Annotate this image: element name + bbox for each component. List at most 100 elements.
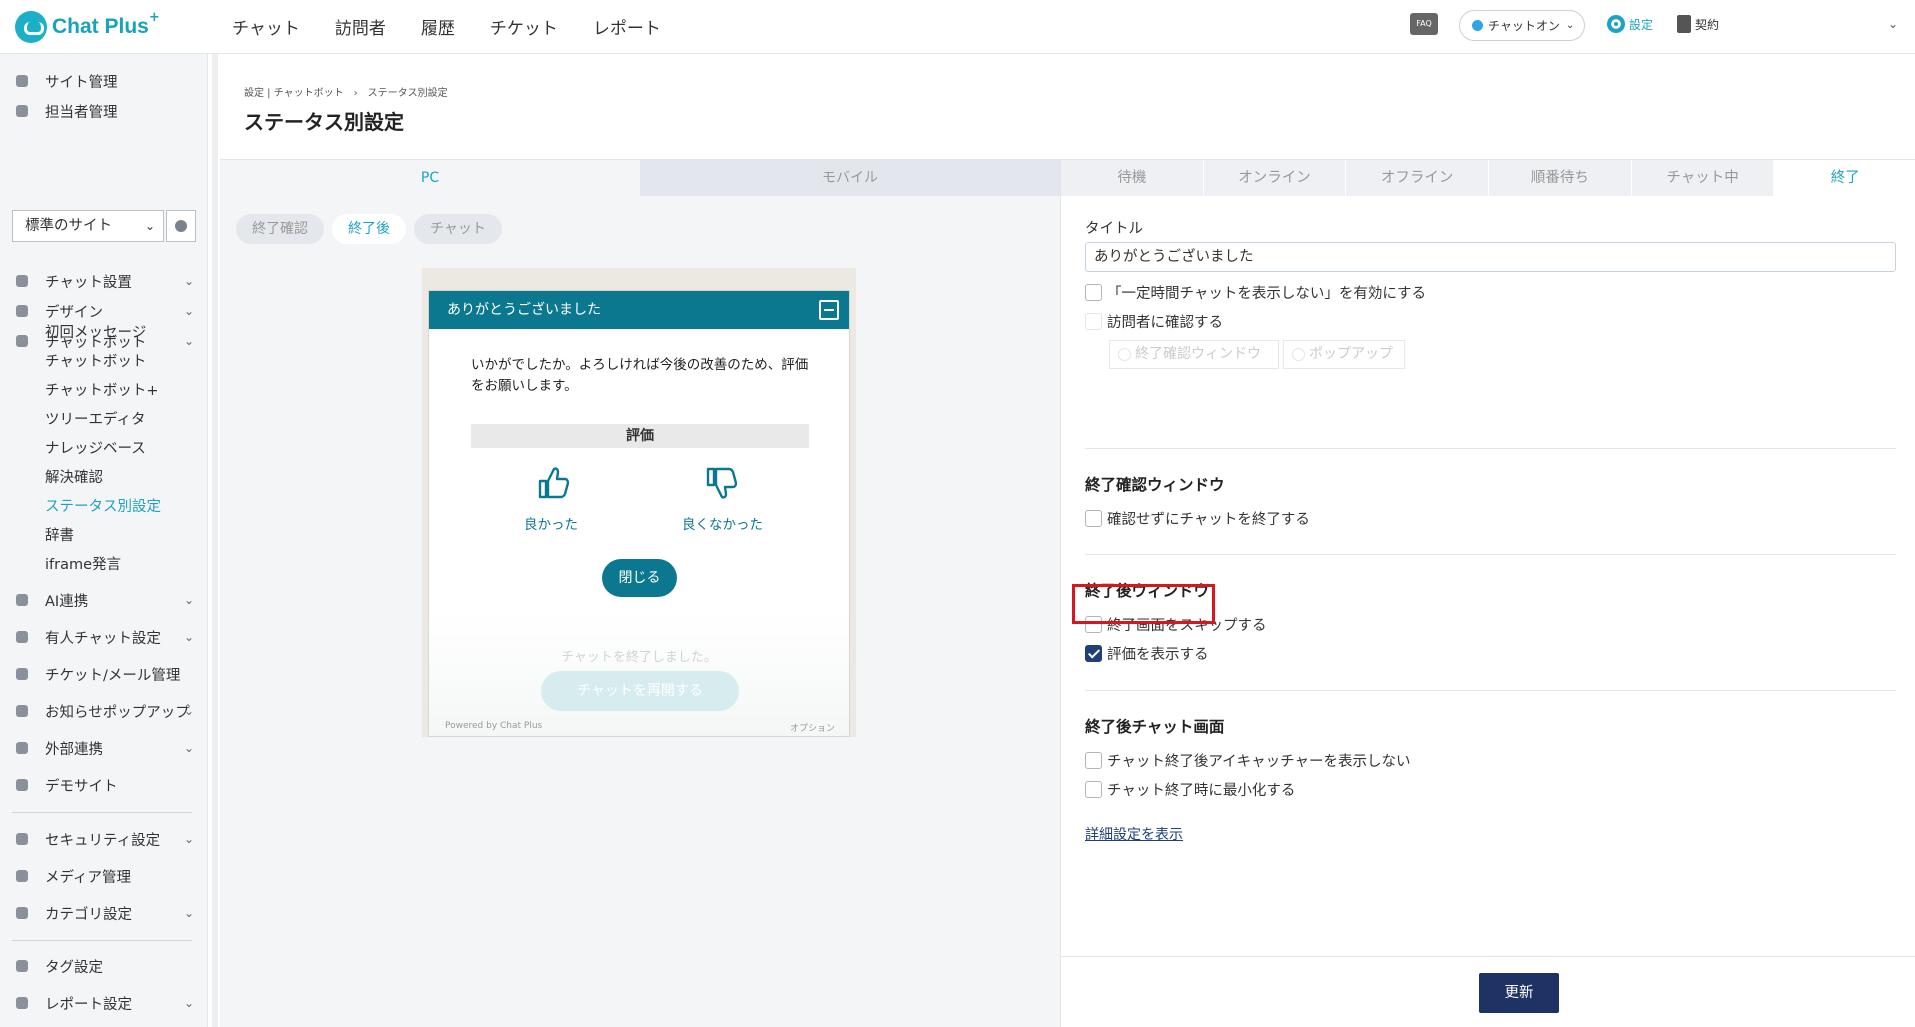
sidebar-sub-dictionary[interactable]: 辞書 xyxy=(45,524,74,545)
sidebar-item-label: 有人チャット設定 xyxy=(45,630,161,647)
preview-panel: PC モバイル 終了確認 終了後 チャット ありがとうございました いかがでした… xyxy=(220,160,1060,1027)
sidebar-item-chat-install[interactable]: チャット設置 ⌄ xyxy=(0,266,208,296)
users-icon xyxy=(16,105,28,117)
minimize-on-end-checkbox[interactable] xyxy=(1085,781,1102,798)
tab-ended[interactable]: 終了 xyxy=(1774,160,1915,196)
site-settings-gear-icon[interactable] xyxy=(166,210,196,242)
sidebar-item-label: メディア管理 xyxy=(45,869,131,886)
powered-by: Powered by Chat Plus xyxy=(445,721,543,731)
rating-good[interactable]: 良かった xyxy=(524,513,578,533)
chat-status-dropdown[interactable]: チャットオン ⌄ xyxy=(1459,10,1585,41)
settings-link[interactable]: 設定 xyxy=(1607,15,1653,33)
pill-end-confirm[interactable]: 終了確認 xyxy=(236,214,324,244)
tag-icon xyxy=(16,960,28,972)
sidebar-item-media[interactable]: メディア管理 xyxy=(0,861,208,891)
chevron-down-icon: ⌄ xyxy=(183,304,194,318)
hide-eyecatcher-checkbox[interactable] xyxy=(1085,752,1102,769)
update-button[interactable]: 更新 xyxy=(1479,973,1559,1013)
sidebar-sub-knowledge-base[interactable]: ナレッジベース xyxy=(45,437,146,458)
tab-pc[interactable]: PC xyxy=(220,160,640,196)
chat-window: ありがとうございました いかがでしたか。よろしければ今後の改善のため、評価をお願… xyxy=(428,290,850,737)
tab-queue[interactable]: 順番待ち xyxy=(1489,160,1632,196)
chevron-down-icon: ⌄ xyxy=(183,274,194,288)
highlight-box xyxy=(1072,584,1215,624)
nav-history[interactable]: 履歴 xyxy=(421,14,455,39)
show-details-link[interactable]: 詳細設定を表示 xyxy=(1085,824,1183,844)
rating-title: 評価 xyxy=(471,424,809,448)
sidebar-item-report-settings[interactable]: レポート設定 ⌄ xyxy=(0,988,208,1018)
popup-icon xyxy=(16,705,28,717)
sidebar-item-demo-site[interactable]: デモサイト xyxy=(0,770,208,800)
thumbs-up-icon[interactable] xyxy=(537,466,569,500)
tab-waiting[interactable]: 待機 xyxy=(1061,160,1204,196)
nav-reports[interactable]: レポート xyxy=(593,14,661,39)
show-rating-checkbox[interactable] xyxy=(1085,645,1102,662)
tab-online[interactable]: オンライン xyxy=(1204,160,1347,196)
divider xyxy=(1085,554,1896,555)
sidebar-item-manned-chat[interactable]: 有人チャット設定 ⌄ xyxy=(0,622,208,652)
radio-popup[interactable]: ポップアップ xyxy=(1283,340,1405,369)
sidebar-sub-iframe[interactable]: iframe発言 xyxy=(45,553,121,574)
sidebar-item-external[interactable]: 外部連携 ⌄ xyxy=(0,733,208,763)
title-input[interactable]: ありがとうございました xyxy=(1085,242,1896,272)
skip-confirm-checkbox[interactable] xyxy=(1085,510,1102,527)
sidebar-item-ticket-mail[interactable]: チケット/メール管理 xyxy=(0,659,208,689)
gear-icon xyxy=(1607,15,1625,33)
thumbs-down-icon[interactable] xyxy=(705,466,737,500)
rating-bad[interactable]: 良くなかった xyxy=(682,513,763,533)
pill-after-end[interactable]: 終了後 xyxy=(332,214,406,244)
sidebar-scrollbar[interactable] xyxy=(212,54,218,1027)
chevron-down-icon: ⌄ xyxy=(183,996,194,1010)
folder-icon xyxy=(16,907,28,919)
option-link[interactable]: オプション xyxy=(790,721,835,734)
sidebar-sub-status-settings[interactable]: ステータス別設定 xyxy=(45,495,161,516)
sidebar-item-category[interactable]: カテゴリ設定 ⌄ xyxy=(0,898,208,928)
document-icon xyxy=(1677,15,1691,33)
pill-chat[interactable]: チャット xyxy=(414,214,502,244)
chat-bubble-icon xyxy=(16,335,28,347)
sidebar-item-security[interactable]: セキュリティ設定 ⌄ xyxy=(0,824,208,854)
nav-tickets[interactable]: チケット xyxy=(490,14,558,39)
sidebar-item-label: デモサイト xyxy=(45,778,118,795)
sidebar-item-notice-popup[interactable]: お知らせポップアップ ⌄ xyxy=(0,696,208,726)
tab-chatting[interactable]: チャット中 xyxy=(1632,160,1775,196)
sidebar-item-ai[interactable]: AI連携 ⌄ xyxy=(0,585,208,615)
tab-mobile[interactable]: モバイル xyxy=(640,160,1060,196)
main-content: 設定 | チャットボット › ステータス別設定 ステータス別設定 PC モバイル… xyxy=(220,54,1915,1027)
nav-visitors[interactable]: 訪問者 xyxy=(335,14,386,39)
sidebar-sub-tree-editor[interactable]: ツリーエディタ xyxy=(45,408,145,429)
close-button[interactable]: 閉じる xyxy=(602,559,677,597)
logo-text: Chat Plus xyxy=(52,15,149,38)
hide-chat-checkbox[interactable] xyxy=(1085,284,1102,301)
chevron-down-icon: ⌄ xyxy=(183,741,194,755)
sidebar-sub-chatbot-plus[interactable]: チャットボット+ xyxy=(45,379,159,400)
resume-chat-button[interactable]: チャットを再開する xyxy=(541,671,739,711)
footer-bar: 更新 xyxy=(1061,956,1915,1027)
tab-offline[interactable]: オフライン xyxy=(1346,160,1490,196)
sidebar-item-label: サイト管理 xyxy=(45,74,118,91)
sidebar-sub-chatbot[interactable]: チャットボット xyxy=(45,350,146,371)
sidebar-sub-first-message[interactable]: 初回メッセージ xyxy=(45,321,146,342)
radio-icon xyxy=(1118,347,1131,361)
chevron-down-icon: ⌄ xyxy=(183,334,194,348)
sidebar-item-tags[interactable]: タグ設定 xyxy=(0,951,208,981)
nav-chat[interactable]: チャット xyxy=(232,14,300,39)
faq-icon[interactable]: FAQ xyxy=(1410,13,1438,35)
site-select[interactable]: 標準のサイト ⌄ xyxy=(12,210,164,242)
sidebar-item-label: レポート設定 xyxy=(45,996,132,1013)
contract-link[interactable]: 契約 xyxy=(1677,15,1719,33)
breadcrumb[interactable]: 設定 | チャットボット › ステータス別設定 xyxy=(244,84,448,99)
confirm-visitor-checkbox[interactable] xyxy=(1085,313,1102,330)
radio-end-window[interactable]: 終了確認ウィンドウ xyxy=(1109,340,1279,369)
sidebar-divider xyxy=(12,812,192,813)
logo[interactable]: Chat Plus + xyxy=(15,9,160,45)
device-tabs: PC モバイル xyxy=(220,160,1060,196)
sidebar-item-site-admin[interactable]: サイト管理 xyxy=(0,66,208,96)
sidebar-item-operator-admin[interactable]: 担当者管理 xyxy=(0,96,208,126)
hide-chat-label: 「一定時間チャットを表示しない」を有効にする xyxy=(1107,286,1426,302)
minimize-icon[interactable] xyxy=(819,300,839,320)
sidebar-item-label: 担当者管理 xyxy=(45,104,118,121)
sidebar-sub-resolution-check[interactable]: 解決確認 xyxy=(45,466,103,487)
sidebar-item-label: カテゴリ設定 xyxy=(45,906,132,923)
account-chevron-icon[interactable]: ⌄ xyxy=(1888,17,1898,31)
